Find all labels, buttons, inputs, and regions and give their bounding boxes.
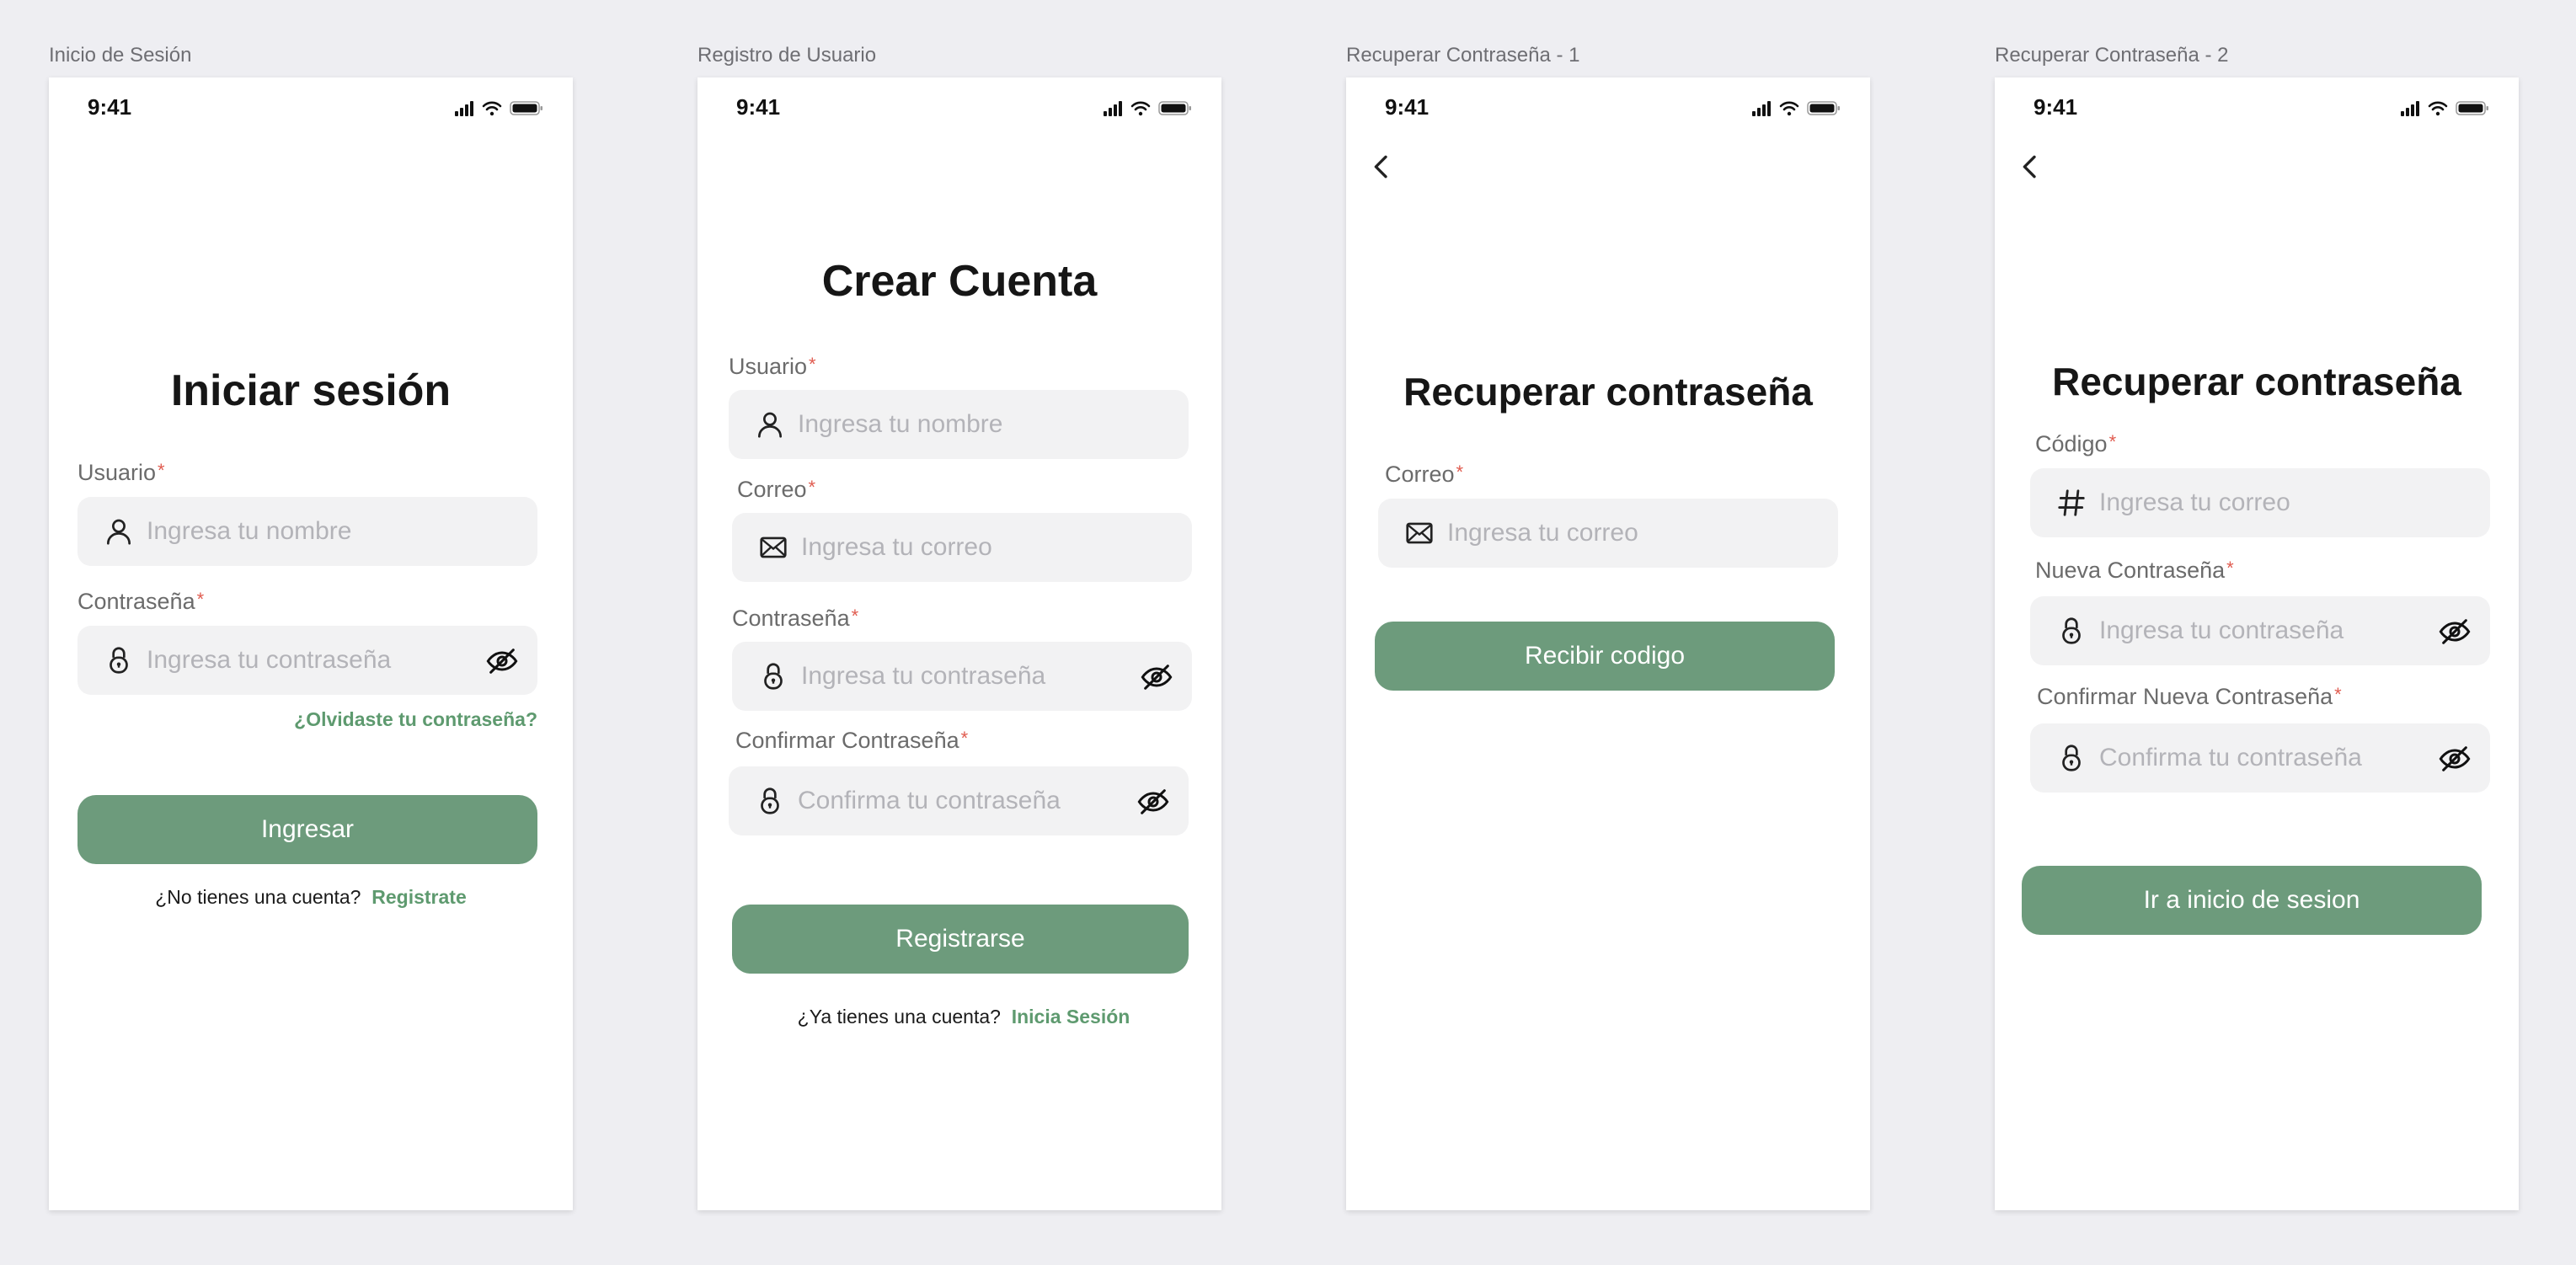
status-icons: [455, 98, 548, 118]
status-icons: [1104, 98, 1196, 118]
login-button[interactable]: Ingresar: [77, 795, 537, 864]
required-mark: *: [1456, 462, 1464, 483]
frame-label-login: Inicio de Sesión: [49, 44, 192, 67]
login-row: ¿Ya tienes una cuenta? Inicia Sesión: [706, 1006, 1221, 1028]
receive-code-button[interactable]: Recibir codigo: [1375, 622, 1835, 691]
login-prompt: ¿Ya tienes una cuenta?: [797, 1006, 1001, 1027]
back-chevron-icon[interactable]: [2013, 150, 2047, 184]
required-mark: *: [196, 589, 205, 610]
lock-icon: [757, 660, 789, 692]
hash-icon: [2055, 487, 2087, 519]
lock-icon: [754, 785, 786, 817]
password-label: Contraseña*: [77, 589, 205, 614]
confirm-password-label: Confirmar Contraseña*: [735, 728, 969, 753]
new-password-placeholder: Ingresa tu contraseña: [2099, 616, 2344, 644]
eye-off-icon[interactable]: [2438, 615, 2472, 649]
email-label: Correo*: [1385, 462, 1464, 487]
user-icon: [103, 515, 135, 547]
confirm-new-password-placeholder: Confirma tu contraseña: [2099, 744, 2362, 771]
user-icon: [754, 408, 786, 440]
eye-off-icon[interactable]: [485, 644, 519, 678]
user-label: Usuario*: [77, 460, 165, 485]
register-prompt: ¿No tienes una cuenta?: [155, 886, 361, 908]
confirm-password-input[interactable]: Confirma tu contraseña: [729, 766, 1189, 835]
eye-off-icon[interactable]: [1140, 660, 1173, 694]
page-title: Recuperar contraseña: [2052, 360, 2461, 403]
eye-off-icon[interactable]: [1136, 785, 1170, 819]
password-label: Contraseña*: [732, 606, 859, 631]
user-placeholder: Ingresa tu nombre: [147, 517, 352, 545]
back-chevron-icon[interactable]: [1365, 150, 1398, 184]
register-row: ¿No tienes una cuenta? Registrate: [49, 886, 573, 909]
email-placeholder: Ingresa tu correo: [801, 533, 992, 561]
recover-step2-screen: 9:41 Recuperar contraseña Código* Ingres…: [1995, 77, 2519, 1210]
go-to-login-button[interactable]: Ir a inicio de sesion: [2022, 866, 2482, 935]
status-time: 9:41: [88, 94, 132, 120]
required-mark: *: [2226, 558, 2234, 579]
mail-icon: [1403, 517, 1435, 549]
required-mark: *: [809, 354, 816, 375]
frame-label-recover-2: Recuperar Contraseña - 2: [1995, 44, 2229, 67]
email-input[interactable]: Ingresa tu correo: [732, 513, 1192, 582]
user-input[interactable]: Ingresa tu nombre: [729, 390, 1189, 459]
page-title: Crear Cuenta: [821, 257, 1098, 306]
status-time: 9:41: [736, 94, 781, 120]
status-time: 9:41: [2034, 94, 2078, 120]
user-placeholder: Ingresa tu nombre: [798, 410, 1003, 438]
status-time: 9:41: [1385, 94, 1430, 120]
user-label: Usuario*: [729, 354, 816, 379]
password-input[interactable]: Ingresa tu contraseña: [732, 642, 1192, 711]
page-title: Iniciar sesión: [170, 366, 452, 415]
required-mark: *: [2108, 431, 2117, 452]
required-mark: *: [851, 606, 859, 627]
password-placeholder: Ingresa tu contraseña: [147, 646, 392, 674]
confirm-new-password-input[interactable]: Confirma tu contraseña: [2030, 723, 2490, 793]
password-placeholder: Ingresa tu contraseña: [801, 662, 1046, 690]
register-link[interactable]: Registrate: [371, 886, 466, 908]
required-mark: *: [808, 477, 816, 498]
frame-label-register: Registro de Usuario: [697, 44, 877, 67]
required-mark: *: [960, 728, 969, 749]
login-link[interactable]: Inicia Sesión: [1012, 1006, 1130, 1027]
register-screen: 9:41 Crear Cuenta Usuario* Ingresa tu no…: [697, 77, 1221, 1210]
user-input[interactable]: Ingresa tu nombre: [77, 497, 537, 566]
lock-icon: [103, 644, 135, 676]
mail-icon: [757, 531, 789, 563]
confirm-new-password-label: Confirmar Nueva Contraseña*: [2037, 684, 2342, 709]
eye-off-icon[interactable]: [2438, 742, 2472, 776]
email-input[interactable]: Ingresa tu correo: [1378, 499, 1838, 568]
password-input[interactable]: Ingresa tu contraseña: [77, 626, 537, 695]
login-screen: 9:41 Iniciar sesión Usuario* Ingresa tu …: [49, 77, 573, 1210]
register-button[interactable]: Registrarse: [732, 905, 1189, 974]
page-title: Recuperar contraseña: [1403, 370, 1813, 414]
code-input[interactable]: Ingresa tu correo: [2030, 468, 2490, 537]
code-placeholder: Ingresa tu correo: [2099, 488, 2290, 516]
required-mark: *: [158, 460, 165, 481]
code-label: Código*: [2035, 431, 2117, 456]
frame-label-recover-1: Recuperar Contraseña - 1: [1346, 44, 1580, 67]
lock-icon: [2055, 742, 2087, 774]
lock-icon: [2055, 615, 2087, 647]
forgot-password-link[interactable]: ¿Olvidaste tu contraseña?: [294, 708, 537, 731]
new-password-label: Nueva Contraseña*: [2035, 558, 2234, 583]
email-label: Correo*: [737, 477, 816, 502]
recover-step1-screen: 9:41 Recuperar contraseña Correo* Ingres…: [1346, 77, 1870, 1210]
status-icons: [1752, 98, 1845, 118]
required-mark: *: [2334, 684, 2342, 705]
email-placeholder: Ingresa tu correo: [1447, 519, 1638, 547]
new-password-input[interactable]: Ingresa tu contraseña: [2030, 596, 2490, 665]
status-icons: [2401, 98, 2493, 118]
confirm-password-placeholder: Confirma tu contraseña: [798, 787, 1061, 814]
